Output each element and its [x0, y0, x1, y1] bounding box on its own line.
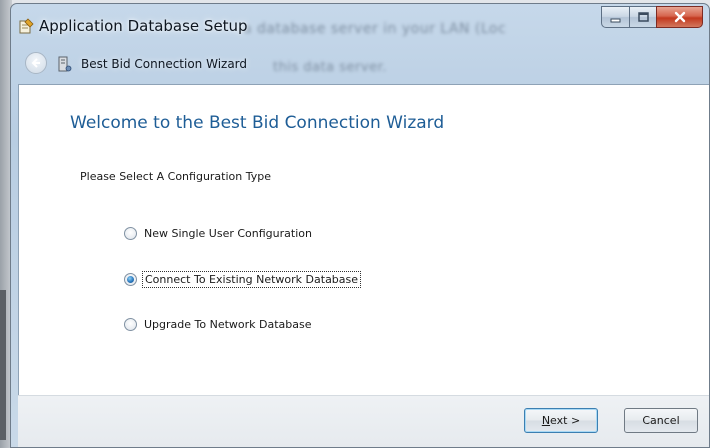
- wizard-content: Welcome to the Best Bid Connection Wizar…: [18, 84, 709, 395]
- window-title: Application Database Setup: [39, 17, 248, 35]
- back-button[interactable]: [25, 52, 47, 74]
- radio-connect-existing-network[interactable]: [124, 273, 137, 286]
- back-arrow-icon: [31, 58, 40, 68]
- cancel-button[interactable]: Cancel: [624, 408, 698, 433]
- next-button[interactable]: Next >: [524, 408, 598, 433]
- title-bar[interactable]: a database server in your LAN (Loc this …: [11, 4, 709, 75]
- minimize-icon: [610, 18, 621, 22]
- wizard-nav-bar: Best Bid Connection Wizard: [11, 44, 709, 82]
- radio-new-single-user[interactable]: [124, 227, 137, 240]
- maximize-icon: [637, 11, 649, 22]
- option-connect-existing-network[interactable]: Connect To Existing Network Database: [124, 271, 362, 288]
- page-heading: Welcome to the Best Bid Connection Wizar…: [70, 113, 445, 133]
- wizard-server-icon: [58, 56, 72, 72]
- option-new-single-user[interactable]: New Single User Configuration: [124, 226, 314, 241]
- wizard-title: Best Bid Connection Wizard: [81, 57, 248, 71]
- setup-window: a database server in your LAN (Loc this …: [10, 3, 710, 448]
- background-window-text: a database server in your LAN (Loc: [243, 21, 507, 37]
- next-mnemonic: N: [541, 414, 551, 427]
- setup-app-icon: [19, 18, 34, 34]
- option-upgrade-network[interactable]: Upgrade To Network Database: [124, 317, 314, 332]
- configuration-prompt: Please Select A Configuration Type: [80, 170, 272, 183]
- radio-upgrade-network[interactable]: [124, 318, 137, 331]
- wizard-footer: Next > Cancel: [18, 395, 709, 447]
- option-label[interactable]: Connect To Existing Network Database: [142, 271, 362, 288]
- option-label[interactable]: Upgrade To Network Database: [142, 317, 314, 332]
- next-label: ext >: [550, 414, 581, 427]
- maximize-button[interactable]: [629, 6, 656, 28]
- minimize-button[interactable]: [601, 6, 629, 28]
- close-icon: [674, 11, 685, 23]
- option-label[interactable]: New Single User Configuration: [142, 226, 314, 241]
- caption-buttons: [601, 6, 703, 28]
- close-button[interactable]: [656, 6, 703, 28]
- background-dark-edge: [0, 290, 6, 440]
